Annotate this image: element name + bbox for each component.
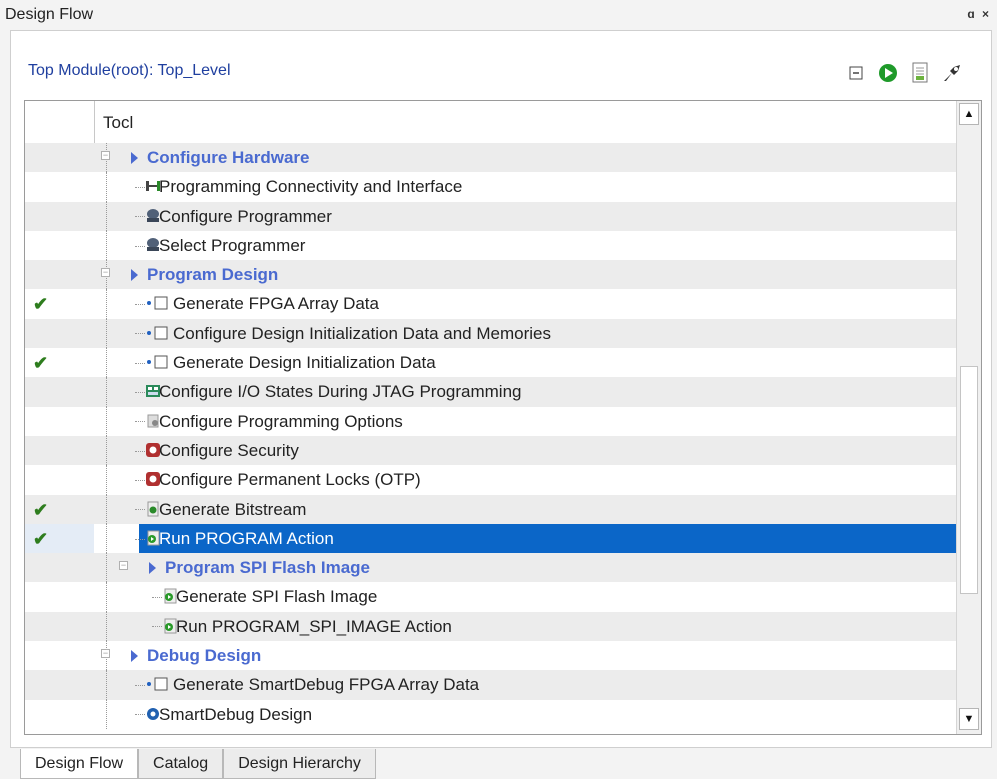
tree-item-label: Generate SmartDebug FPGA Array Data	[173, 675, 480, 695]
tree-row[interactable]: Programming Connectivity and Interface	[25, 172, 956, 202]
tree-item-label: Configure Security	[159, 440, 299, 460]
tree-group-label: Debug Design	[147, 646, 262, 666]
tree-item-label: Configure Programming Options	[159, 411, 403, 431]
tree-item-label: Generate SPI Flash Image	[176, 587, 378, 607]
collapse-toggle[interactable]: −	[101, 268, 110, 278]
tree-row[interactable]: Configure I/O States During JTAG Program…	[25, 377, 956, 407]
group-arrow-icon	[131, 152, 138, 164]
collapse-toggle[interactable]: −	[119, 561, 128, 571]
tree-row[interactable]: Select Programmer	[25, 230, 956, 261]
tree-group-row[interactable]: − Program Design	[25, 260, 956, 290]
tab-design-hierarchy[interactable]: Design Hierarchy	[223, 749, 376, 779]
tree-group-row[interactable]: − Program SPI Flash Image	[25, 553, 956, 583]
tree-row[interactable]: Configure Permanent Locks (OTP)	[25, 465, 956, 495]
tree-row[interactable]: ✔ Generate Bitstream	[25, 494, 956, 524]
bullet-box-icon	[145, 295, 168, 311]
bullet-box-icon	[145, 676, 168, 692]
tree-row[interactable]: Configure Programming Options	[25, 406, 956, 436]
tool-column-header[interactable]: Tocl	[103, 113, 133, 133]
tree-rows: − Configure Hardware Programming Connectiv…	[25, 143, 956, 729]
tree-row[interactable]: Configure Programmer	[25, 201, 956, 231]
tree-item-label: Configure I/O States During JTAG Program…	[159, 382, 522, 402]
tree-group-row[interactable]: − Configure Hardware	[25, 143, 956, 173]
scroll-up-button[interactable]: ▲	[959, 103, 979, 125]
tree-item-label: Configure Design Initialization Data and…	[173, 323, 551, 343]
tree-item-label: Generate Bitstream	[159, 499, 307, 519]
completed-check-icon: ✔	[33, 499, 49, 520]
tree-item-label: Configure Programmer	[159, 206, 332, 226]
tree-header: Tocl	[25, 101, 956, 144]
completed-check-icon: ✔	[33, 294, 49, 315]
top-module-label: Top Module(root): Top_Level	[28, 62, 231, 79]
options-icon[interactable]	[941, 62, 963, 84]
tree-row[interactable]: ✔ Generate Design Initialization Data	[25, 348, 956, 378]
tree-item-label: Run PROGRAM_SPI_IMAGE Action	[176, 616, 452, 636]
collapse-toggle[interactable]: −	[101, 151, 110, 160]
group-arrow-icon	[131, 269, 138, 282]
tab-design-flow[interactable]: Design Flow	[20, 749, 139, 779]
toolbar	[845, 60, 963, 86]
window-controls[interactable]: ɑ ×	[967, 7, 991, 21]
tree-item-label: SmartDebug Design	[159, 704, 313, 724]
scroll-thumb[interactable]	[960, 366, 978, 594]
completed-check-icon: ✔	[33, 353, 49, 374]
completed-check-icon: ✔	[33, 528, 49, 549]
tree-item-label: Select Programmer	[159, 235, 306, 255]
tree-row[interactable]: Run PROGRAM_SPI_IMAGE Action	[25, 611, 956, 642]
tree-row[interactable]: Configure Security	[25, 435, 956, 466]
tree-item-label: Generate FPGA Array Data	[173, 294, 379, 314]
bullet-box-icon	[145, 325, 168, 341]
title-bar: Design Flow ɑ ×	[0, 0, 997, 30]
tree-group-label: Configure Hardware	[147, 148, 310, 167]
tab-catalog[interactable]: Catalog	[138, 749, 224, 779]
tree-item-label: Configure Permanent Locks (OTP)	[159, 470, 421, 490]
tree-row[interactable]: Configure Design Initialization Data and…	[25, 318, 956, 349]
tree-row[interactable]: ✔ Generate FPGA Array Data	[25, 289, 956, 319]
collapse-icon[interactable]	[845, 62, 867, 84]
tree-row[interactable]: Generate SmartDebug FPGA Array Data	[25, 670, 956, 700]
window-title: Design Flow	[5, 6, 94, 23]
collapse-toggle[interactable]: −	[101, 649, 110, 659]
vertical-scrollbar[interactable]: ▲ ▼	[956, 101, 981, 734]
group-arrow-icon	[131, 650, 138, 663]
design-flow-tree: Tocl − Configure Hardware Programming Conn…	[24, 100, 982, 735]
report-icon[interactable]	[909, 62, 931, 84]
tree-group-label: Program Design	[147, 265, 279, 285]
tree-item-label: Run PROGRAM Action	[159, 528, 334, 548]
tree-row[interactable]: Generate SPI Flash Image	[25, 582, 956, 612]
scroll-down-button[interactable]: ▼	[959, 708, 979, 730]
tree-row[interactable]: ✔ Run PROGRAM Action	[25, 523, 956, 554]
group-arrow-icon	[149, 562, 156, 575]
bullet-box-icon	[145, 354, 168, 370]
tree-group-label: Program SPI Flash Image	[165, 558, 371, 578]
run-icon[interactable]	[877, 62, 899, 84]
tree-item-label: Generate Design Initialization Data	[173, 353, 436, 373]
tree-group-row[interactable]: − Debug Design	[25, 641, 956, 671]
tree-item-label: Programming Connectivity and Interface	[159, 177, 463, 197]
tree-row[interactable]: SmartDebug Design	[25, 699, 956, 729]
bottom-tabs: Design Flow Catalog Design Hierarchy	[20, 749, 376, 779]
